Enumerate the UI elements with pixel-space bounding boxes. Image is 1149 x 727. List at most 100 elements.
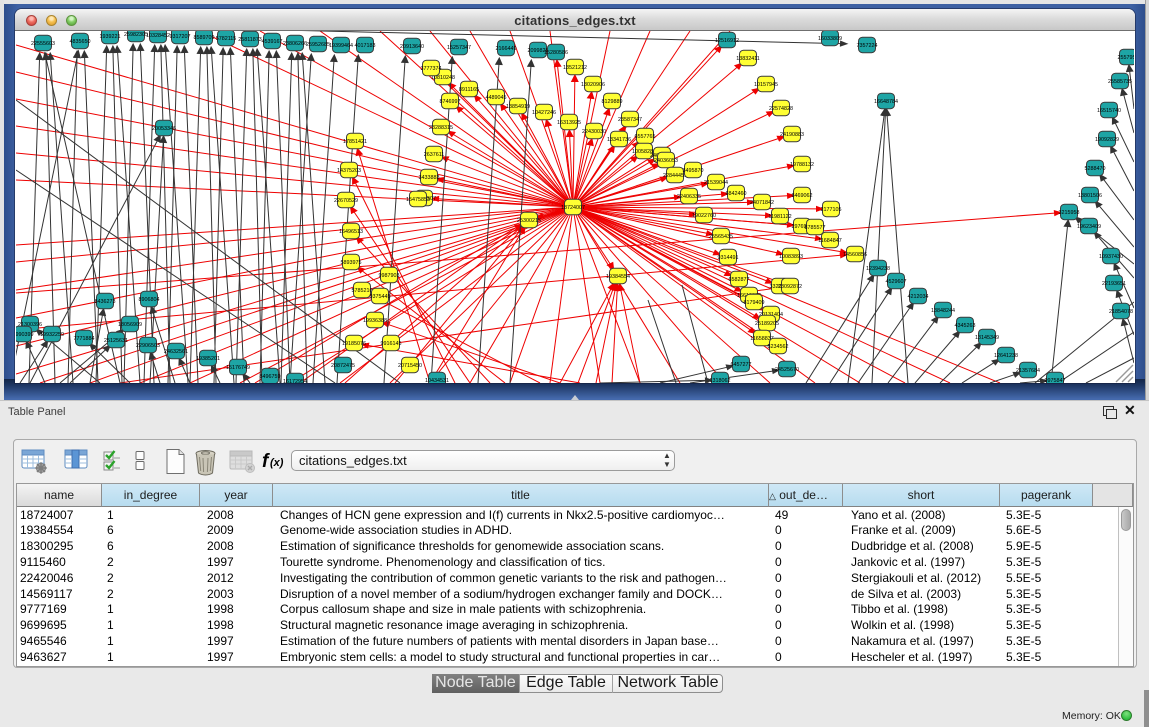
svg-text:16033809: 16033809 (818, 36, 842, 42)
svg-text:15475853: 15475853 (406, 197, 430, 203)
svg-text:22555603: 22555603 (31, 41, 55, 47)
svg-text:2166449: 2166449 (496, 46, 517, 52)
svg-text:4529607: 4529607 (886, 279, 907, 285)
svg-text:19788132: 19788132 (790, 162, 814, 168)
svg-text:8785577: 8785577 (805, 225, 826, 231)
svg-text:19185076: 19185076 (342, 341, 366, 347)
svg-text:20053346: 20053346 (152, 126, 176, 132)
svg-text:17851421: 17851421 (343, 139, 367, 145)
svg-text:6582877: 6582877 (729, 277, 750, 283)
svg-text:12516912: 12516912 (715, 38, 739, 44)
svg-text:21854078: 21854078 (1109, 309, 1133, 315)
svg-text:4489045: 4489045 (486, 95, 507, 101)
svg-text:13832411: 13832411 (736, 56, 760, 62)
svg-text:13341736: 13341736 (607, 137, 631, 143)
svg-text:15176749: 15176749 (226, 365, 250, 371)
svg-text:21357684: 21357684 (1016, 368, 1040, 374)
svg-text:25952685: 25952685 (306, 42, 330, 48)
svg-text:13020906: 13020906 (581, 82, 605, 88)
svg-text:8129889: 8129889 (602, 99, 623, 105)
svg-text:24036053: 24036053 (654, 158, 678, 164)
svg-text:5893975: 5893975 (341, 260, 362, 266)
svg-text:24525670: 24525670 (775, 367, 799, 373)
svg-text:3433883: 3433883 (419, 175, 440, 181)
svg-text:20872475: 20872475 (331, 363, 355, 369)
svg-text:4835650: 4835650 (70, 39, 91, 45)
svg-text:8906804: 8906804 (139, 297, 160, 303)
svg-text:6557765: 6557765 (635, 134, 656, 140)
svg-text:9987903: 9987903 (379, 273, 400, 279)
svg-text:23092872: 23092872 (778, 284, 802, 290)
svg-text:18724007: 18724007 (561, 205, 585, 211)
svg-text:16515740: 16515740 (1097, 108, 1121, 114)
svg-text:19399464: 19399464 (329, 43, 353, 49)
svg-text:4345263: 4345263 (955, 323, 976, 329)
svg-text:24071842: 24071842 (750, 200, 774, 206)
svg-text:10937430: 10937430 (1099, 254, 1123, 260)
svg-text:6842460: 6842460 (726, 191, 747, 197)
svg-text:16648784: 16648784 (874, 99, 898, 105)
svg-text:9317207: 9317207 (170, 34, 191, 40)
svg-text:1939221: 1939221 (100, 34, 121, 40)
svg-text:10083893: 10083893 (779, 254, 803, 260)
svg-text:11981122: 11981122 (768, 214, 791, 220)
svg-text:4017183: 4017183 (355, 43, 376, 49)
svg-text:9916145: 9916145 (381, 341, 402, 347)
svg-text:19384554: 19384554 (606, 274, 630, 280)
svg-text:3215958: 3215958 (1059, 210, 1080, 216)
svg-text:4212034: 4212034 (908, 294, 929, 300)
svg-text:22406335: 22406335 (677, 194, 701, 200)
svg-text:8589709: 8589709 (194, 35, 215, 41)
svg-text:19936388: 19936388 (363, 318, 387, 324)
svg-text:20913640: 20913640 (400, 44, 424, 50)
svg-text:25189205: 25189205 (755, 321, 779, 327)
svg-text:10427246: 10427246 (532, 110, 556, 116)
svg-text:3495870: 3495870 (683, 168, 704, 174)
svg-text:18056909: 18056909 (118, 322, 142, 328)
svg-text:13854919: 13854919 (506, 104, 530, 110)
svg-text:8496759: 8496759 (260, 374, 281, 380)
svg-text:8436273: 8436273 (95, 299, 116, 305)
svg-text:3777374: 3777374 (421, 66, 442, 72)
svg-text:19932259: 19932259 (40, 332, 64, 338)
svg-text:8469062: 8469062 (792, 193, 813, 199)
svg-text:22193651: 22193651 (1102, 281, 1126, 287)
svg-text:25125631: 25125631 (104, 338, 128, 344)
svg-text:22574828: 22574828 (769, 106, 793, 112)
svg-text:25585735: 25585735 (1108, 79, 1132, 85)
svg-text:8746997: 8746997 (440, 99, 461, 105)
svg-text:8911165: 8911165 (459, 87, 479, 93)
svg-text:23806266: 23806266 (283, 41, 307, 47)
svg-text:23587347: 23587347 (618, 117, 642, 123)
svg-text:21539044: 21539044 (704, 180, 728, 186)
svg-text:10434531: 10434531 (425, 378, 449, 383)
svg-text:25982305: 25982305 (124, 32, 148, 38)
svg-text:10328452: 10328452 (146, 33, 170, 39)
svg-text:13521212: 13521212 (563, 65, 587, 71)
svg-text:12641238: 12641238 (994, 353, 1018, 359)
svg-text:24190883: 24190883 (780, 132, 804, 138)
svg-text:10157945: 10157945 (754, 82, 778, 88)
svg-text:13145349: 13145349 (975, 335, 999, 341)
svg-text:8179409: 8179409 (744, 300, 765, 306)
svg-text:22670529: 22670529 (334, 198, 358, 204)
svg-text:15280586: 15280586 (544, 50, 568, 56)
svg-text:2177105: 2177105 (821, 207, 842, 213)
svg-text:20715450: 20715450 (398, 363, 422, 369)
svg-text:25565435: 25565435 (709, 234, 733, 240)
svg-text:5782115: 5782115 (216, 36, 237, 42)
svg-text:19385201: 19385201 (196, 356, 220, 362)
svg-text:16172954: 16172954 (283, 379, 307, 383)
svg-text:13801506: 13801506 (1078, 193, 1102, 199)
svg-text:6457277: 6457277 (731, 362, 752, 368)
svg-text:11684847: 11684847 (818, 238, 842, 244)
svg-text:16496513: 16496513 (339, 229, 363, 235)
svg-text:7771884: 7771884 (74, 336, 95, 342)
svg-text:8234562: 8234562 (768, 344, 789, 350)
svg-text:19022760: 19022760 (692, 213, 716, 219)
svg-text:19092829: 19092829 (1095, 137, 1119, 143)
svg-text:2637611: 2637611 (424, 152, 445, 158)
svg-text:9314491: 9314491 (718, 255, 739, 261)
svg-text:2557954: 2557954 (1118, 55, 1135, 61)
svg-text:(x): (x) (270, 457, 284, 469)
